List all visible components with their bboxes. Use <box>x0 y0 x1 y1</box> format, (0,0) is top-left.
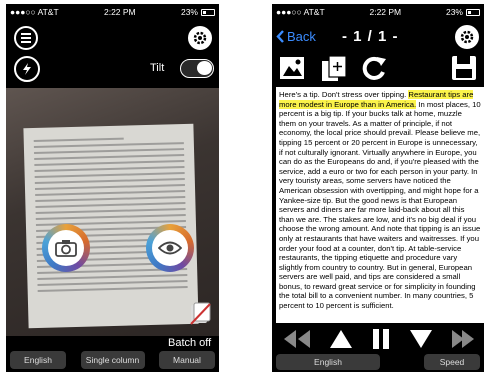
page-indicator: - 1 / 1 - <box>342 28 399 45</box>
carrier-label: ●●●○○ AT&T <box>10 7 59 17</box>
camera-screen: ●●●○○ AT&T 2:22 PM 23% Tilt Batch off En… <box>6 4 219 372</box>
language-button[interactable]: English <box>10 351 66 369</box>
up-icon <box>330 330 352 348</box>
rewind-icon <box>284 330 310 348</box>
column-mode-button[interactable]: Single column <box>80 351 145 369</box>
previous-sentence-button[interactable] <box>328 326 354 352</box>
menu-button[interactable] <box>14 26 38 50</box>
settings-button[interactable] <box>188 26 212 50</box>
language-button[interactable]: English <box>276 354 380 370</box>
capture-button[interactable] <box>42 224 90 272</box>
tilt-label: Tilt <box>150 62 165 74</box>
back-label: Back <box>287 29 316 44</box>
tilt-toggle[interactable] <box>180 59 214 78</box>
pause-button[interactable] <box>370 326 392 352</box>
menu-icon <box>21 33 31 43</box>
reader-toolbar <box>272 54 484 84</box>
nav-bar: Back - 1 / 1 - <box>272 20 484 54</box>
flash-icon <box>23 63 31 75</box>
back-button[interactable]: Back <box>276 29 316 44</box>
camera-bottom-bar: English Single column Manual <box>6 348 219 372</box>
forward-icon <box>452 330 474 348</box>
batch-icon <box>190 302 211 325</box>
playback-controls <box>272 326 484 352</box>
clock-label: 2:22 PM <box>103 7 136 17</box>
down-icon <box>410 330 432 348</box>
reader-bottom-bar: English Speed <box>272 352 484 372</box>
camera-icon <box>55 240 77 257</box>
add-page-icon[interactable] <box>320 54 348 82</box>
back-chevron-icon <box>276 30 284 43</box>
text-after: In most places, 10 percent is a big tip.… <box>279 99 481 311</box>
status-bar: ●●●○○ AT&T 2:22 PM 23% <box>6 4 219 20</box>
speed-button[interactable]: Speed <box>424 354 480 370</box>
image-icon[interactable] <box>278 54 306 82</box>
battery-percent: 23% <box>180 7 198 17</box>
settings-gear-icon <box>193 31 207 45</box>
flash-button[interactable] <box>14 56 40 82</box>
refresh-icon[interactable] <box>360 54 388 82</box>
settings-button[interactable] <box>455 25 479 49</box>
batch-button[interactable] <box>188 302 212 326</box>
settings-gear-icon <box>460 30 474 44</box>
status-bar: ●●●○○ AT&T 2:22 PM 23% <box>272 4 484 20</box>
forward-button[interactable] <box>450 326 474 352</box>
battery-percent: 23% <box>445 7 463 17</box>
text-before: Here's a tip. Don't stress over tipping. <box>279 90 409 99</box>
carrier-label: ●●●○○ AT&T <box>276 7 325 17</box>
reader-screen: ●●●○○ AT&T 2:22 PM 23% Back - 1 / 1 - He… <box>272 4 484 372</box>
recognized-text[interactable]: Here's a tip. Don't stress over tipping.… <box>276 87 484 323</box>
battery-icon <box>200 8 215 16</box>
save-icon[interactable] <box>450 54 478 82</box>
pause-icon <box>373 329 389 349</box>
battery-icon <box>465 8 480 16</box>
clock-label: 2:22 PM <box>369 7 402 17</box>
next-sentence-button[interactable] <box>408 326 434 352</box>
camera-preview[interactable] <box>6 88 219 336</box>
mode-button[interactable]: Manual <box>159 351 215 369</box>
eye-icon <box>158 241 182 255</box>
read-aloud-button[interactable] <box>146 224 194 272</box>
rewind-button[interactable] <box>282 326 312 352</box>
